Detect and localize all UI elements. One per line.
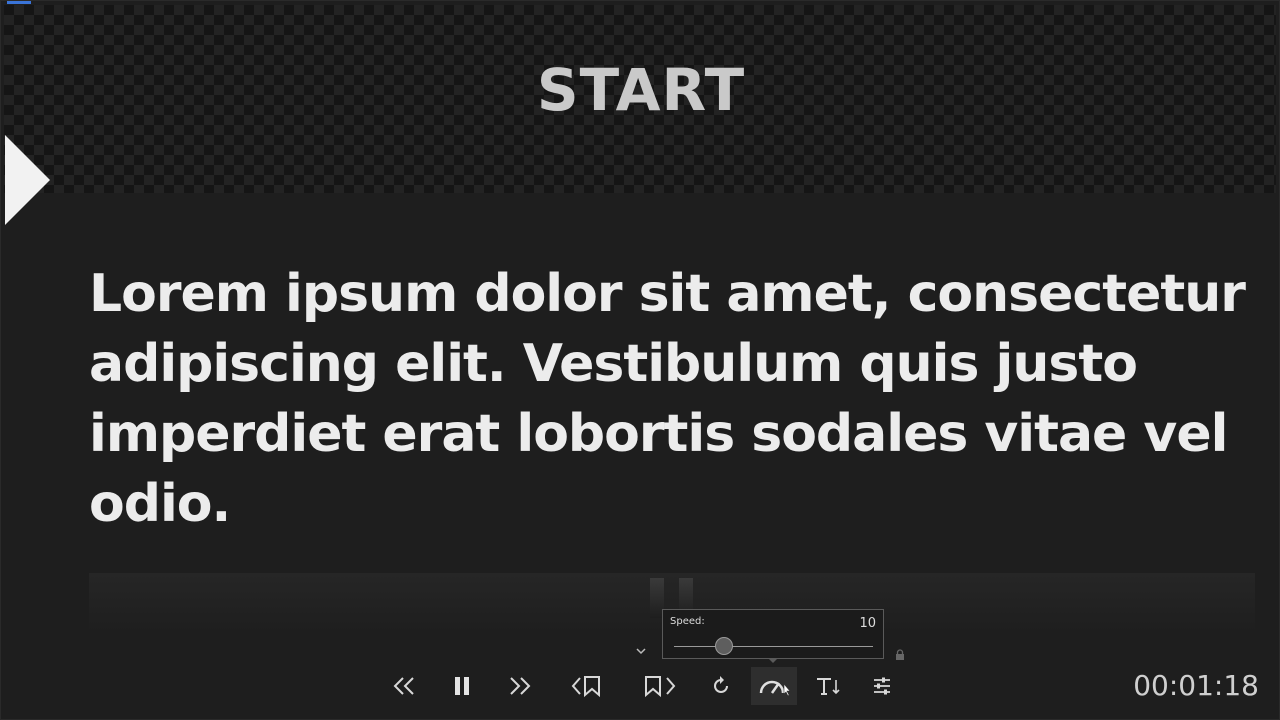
text-size-icon: [817, 678, 840, 695]
elapsed-timer: 00:01:18: [1133, 669, 1259, 702]
rewind-button[interactable]: [381, 667, 427, 705]
pause-icon: [455, 677, 469, 695]
speed-slider-track[interactable]: [674, 646, 873, 647]
speed-value: 10: [859, 616, 876, 631]
sliders-icon: [874, 677, 890, 695]
chevron-down-icon[interactable]: [634, 645, 648, 659]
speedometer-icon: [759, 680, 790, 697]
prompter-window: START Lorem ipsum dolor sit amet, consec…: [0, 0, 1280, 720]
accent-strip: [7, 1, 31, 4]
bookmark-forward-icon: [645, 676, 676, 698]
speed-button[interactable]: [751, 667, 797, 705]
text-size-button[interactable]: [805, 667, 851, 705]
previous-marker-button[interactable]: [565, 667, 611, 705]
popup-caret: [768, 658, 778, 663]
next-marker-button[interactable]: [637, 667, 683, 705]
script-text: Lorem ipsum dolor sit amet, consectetur …: [89, 264, 1246, 534]
reset-button[interactable]: [698, 667, 744, 705]
settings-button[interactable]: [859, 667, 905, 705]
lock-icon[interactable]: [895, 646, 905, 660]
cue-marker-icon[interactable]: [5, 135, 50, 225]
pause-button[interactable]: [439, 667, 485, 705]
fast-forward-button[interactable]: [497, 667, 543, 705]
speed-popup: Speed: 10: [662, 609, 884, 659]
speed-label: Speed:: [670, 616, 705, 627]
bookmark-back-icon: [571, 676, 600, 698]
refresh-icon: [714, 676, 728, 693]
start-label: START: [536, 56, 746, 124]
speed-slider-thumb[interactable]: [715, 637, 734, 655]
double-chevron-right-icon: [510, 677, 531, 695]
double-chevron-left-icon: [393, 677, 414, 695]
